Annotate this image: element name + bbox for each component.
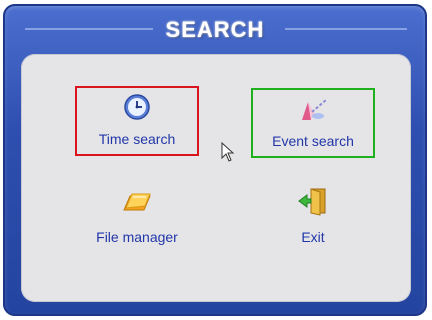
event-search-button[interactable]: Event search <box>251 88 375 158</box>
exit-label: Exit <box>301 229 325 245</box>
file-manager-label: File manager <box>96 229 178 245</box>
clock-icon <box>124 94 150 120</box>
search-dialog: SEARCH Time search Event search File man… <box>3 4 427 316</box>
mouse-cursor-icon <box>221 142 235 162</box>
event-search-icon <box>302 99 327 120</box>
folder-icon <box>123 193 151 211</box>
time-search-button[interactable]: Time search <box>75 86 199 156</box>
title-bar: SEARCH <box>3 4 427 50</box>
exit-door-icon <box>298 188 326 216</box>
menu-panel: Time search Event search File manager Ex… <box>21 54 411 302</box>
file-manager-button[interactable]: File manager <box>75 182 199 252</box>
dialog-title: SEARCH <box>165 17 265 42</box>
event-search-label: Event search <box>272 133 354 149</box>
time-search-label: Time search <box>98 131 176 147</box>
exit-button[interactable]: Exit <box>251 182 375 252</box>
